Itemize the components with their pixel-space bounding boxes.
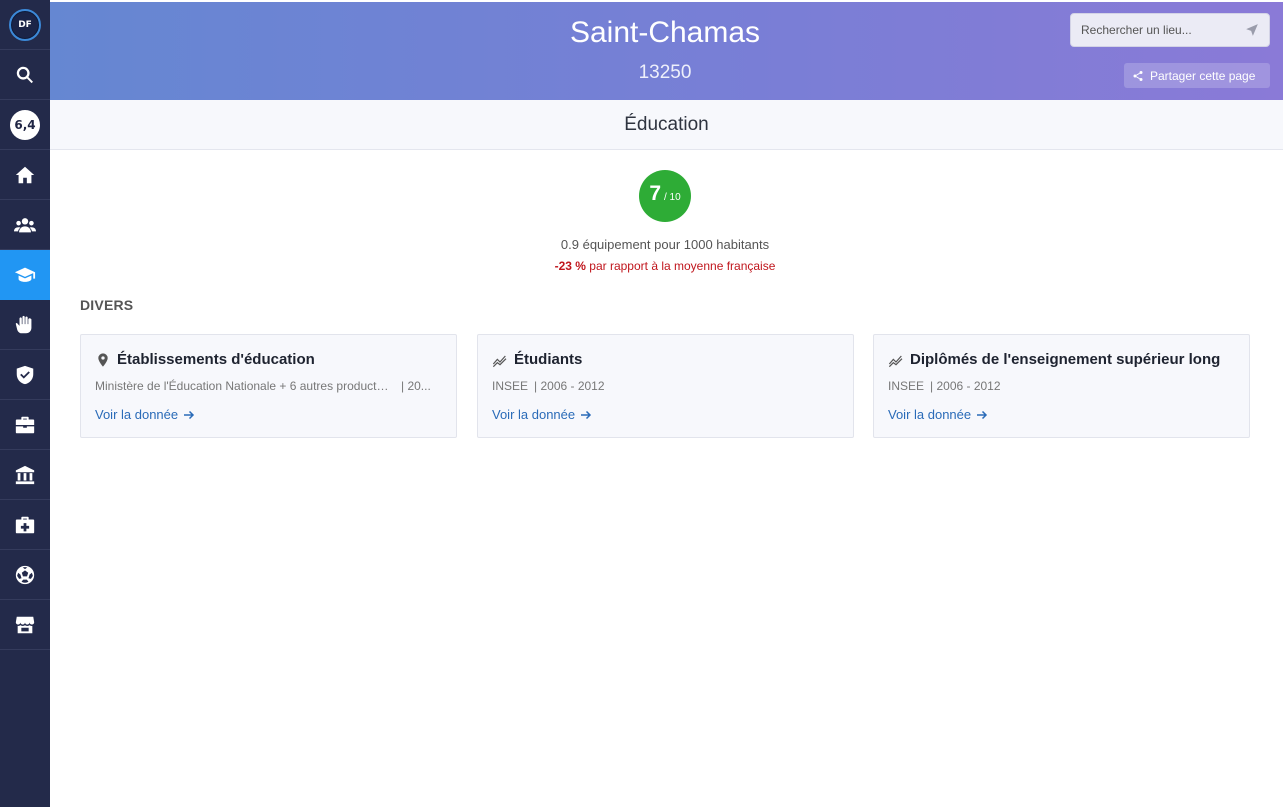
sidebar-logo[interactable]: DF [0, 0, 50, 50]
people-icon [14, 217, 36, 232]
sidebar-item-score[interactable]: 6,4 [0, 100, 50, 150]
sidebar-item-search[interactable] [0, 50, 50, 100]
logo: DF [9, 8, 41, 41]
card-producer: Ministère de l'Éducation Nationale + 6 a… [95, 379, 395, 393]
share-button[interactable]: Partager cette page [1124, 63, 1270, 88]
card-title: Établissements d'éducation [117, 351, 315, 368]
card-period: | 20... [401, 379, 431, 393]
card-title: Diplômés de l'enseignement supérieur lon… [910, 351, 1221, 368]
sidebar-item-shops[interactable] [0, 600, 50, 650]
data-card[interactable]: Établissements d'éducation Ministère de … [80, 334, 457, 438]
divers-heading: DIVERS [80, 297, 134, 313]
section-title-bar: Éducation [50, 100, 1283, 150]
comparison-text: par rapport à la moyenne française [585, 259, 776, 273]
card-meta: INSEE | 2006 - 2012 [888, 379, 1235, 393]
data-card[interactable]: Étudiants INSEE | 2006 - 2012 Voir la do… [477, 334, 854, 438]
header: Saint-Chamas 13250 Partager cette page [50, 2, 1283, 100]
trend-chart-icon [888, 355, 903, 368]
arrow-right-icon [977, 410, 988, 419]
map-pin-icon [98, 353, 108, 367]
sidebar-item-population[interactable] [0, 200, 50, 250]
medical-kit-icon [15, 516, 35, 533]
trend-chart-icon [492, 355, 507, 368]
sidebar-item-health[interactable] [0, 500, 50, 550]
institution-icon [15, 465, 35, 484]
card-period: | 2006 - 2012 [930, 379, 1001, 393]
comparison-value: -23 % [554, 259, 586, 273]
briefcase-icon [15, 416, 35, 433]
card-producer: INSEE [492, 379, 529, 393]
sidebar-item-security[interactable] [0, 350, 50, 400]
card-link-label: Voir la donnée [888, 407, 972, 422]
share-label: Partager cette page [1150, 68, 1256, 83]
card-link[interactable]: Voir la donnée [95, 407, 195, 422]
arrow-right-icon [581, 410, 592, 419]
section-title: Éducation [624, 113, 709, 135]
card-link-label: Voir la donnée [492, 407, 576, 422]
score-out-of: / 10 [664, 192, 681, 203]
card-link[interactable]: Voir la donnée [492, 407, 592, 422]
home-icon [15, 166, 35, 183]
sidebar-item-education[interactable] [0, 250, 50, 300]
comparison: -23 % par rapport à la moyenne française [50, 259, 1280, 273]
location-arrow-icon[interactable] [1245, 23, 1259, 37]
card-meta: INSEE | 2006 - 2012 [492, 379, 839, 393]
card-title: Étudiants [514, 351, 583, 368]
sidebar-item-institutions[interactable] [0, 450, 50, 500]
share-icon [1133, 70, 1143, 81]
data-card[interactable]: Diplômés de l'enseignement supérieur lon… [873, 334, 1250, 438]
graduation-cap-icon [14, 267, 36, 282]
card-meta: Ministère de l'Éducation Nationale + 6 a… [95, 379, 442, 393]
search-box [1070, 13, 1270, 47]
score-value: 7 [649, 182, 661, 205]
sidebar-item-social[interactable] [0, 300, 50, 350]
card-period: | 2006 - 2012 [534, 379, 605, 393]
arrow-right-icon [184, 410, 195, 419]
score-icon: 6,4 [10, 109, 40, 140]
card-producer: INSEE [888, 379, 925, 393]
search-input[interactable] [1071, 14, 1241, 46]
soccer-ball-icon [15, 565, 35, 584]
postal-code: 13250 [638, 62, 692, 83]
sidebar-item-housing[interactable] [0, 150, 50, 200]
score-badge: 7 / 10 [639, 170, 691, 222]
shield-icon [16, 365, 34, 384]
card-link-label: Voir la donnée [95, 407, 179, 422]
store-icon [15, 616, 35, 633]
stat-text: 0.9 équipement pour 1000 habitants [560, 237, 770, 252]
sidebar: DF 6,4 [0, 0, 50, 807]
search-icon [16, 66, 33, 83]
sidebar-item-sports[interactable] [0, 550, 50, 600]
hand-icon [15, 315, 32, 333]
sidebar-item-employment[interactable] [0, 400, 50, 450]
card-link[interactable]: Voir la donnée [888, 407, 988, 422]
